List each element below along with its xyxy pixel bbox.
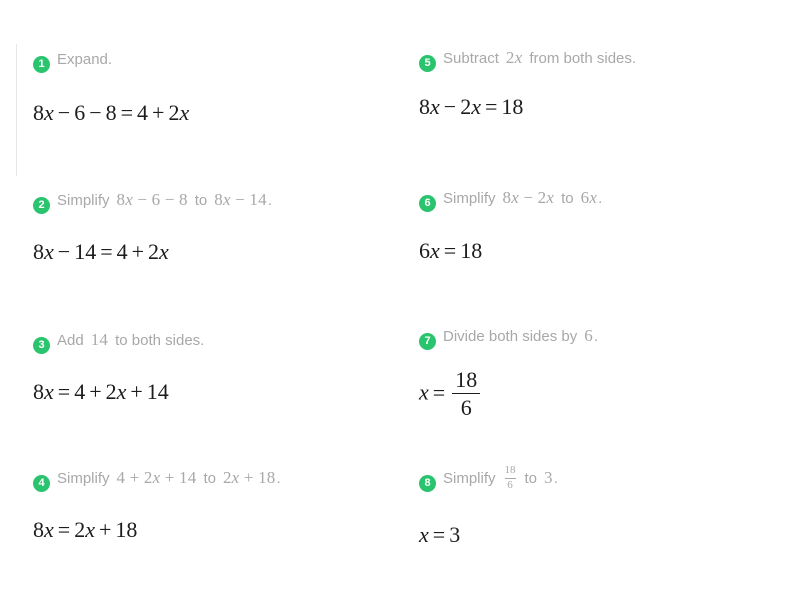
right-column: 5 Subtract 2x from both sides. 8x −2x = 18 6 … (400, 0, 800, 607)
step-7-divisor: 6 (584, 326, 593, 345)
step-3-badge: 3 (33, 337, 50, 354)
step-6-from-expression: 8x − 2x (502, 188, 555, 207)
step-7-fraction-bar (452, 393, 481, 395)
step-2-from-expression: 8x − 6 − 8 (116, 190, 188, 209)
step-4-from-expression: 4 + 2x + 14 (116, 468, 197, 487)
step-6-description: Simplify 8x − 2x to 6x. (443, 188, 602, 209)
step-4-badge: 4 (33, 475, 50, 492)
step-7-badge: 7 (419, 333, 436, 350)
step-4-verb: Simplify (57, 470, 110, 487)
step-7-variable: x (419, 379, 429, 405)
step-5-rest: from both sides. (529, 50, 637, 67)
step-7-fraction: 18 6 (452, 367, 481, 421)
step-3-equation: 8x = 4 +2x +14 (33, 379, 169, 404)
step-2[interactable]: 2 Simplify 8x − 6 − 8 to 8x − 14. 8x −14 = 4 +2… (0, 190, 433, 266)
step-4-header: 4 Simplify 4 + 2x + 14 to 2x + 18. (33, 468, 433, 492)
step-1-header: 1 Expand. (33, 50, 433, 73)
step-8-to-value: 3 (544, 468, 553, 488)
step-5-description: Subtract 2x from both sides. (443, 48, 636, 69)
step-7-denominator: 6 (460, 395, 472, 421)
step-1[interactable]: 1 Expand. 8x −6−8 = 4 +2x (0, 50, 433, 127)
step-3-header: 3 Add 14 to both sides. (33, 330, 433, 354)
step-6-to-word: to (561, 190, 574, 207)
step-5-term: 2x (505, 48, 523, 67)
step-6-equation: 6x = 18 (419, 238, 483, 263)
step-8-denominator: 6 (507, 478, 513, 491)
step-3-rest: to both sides. (115, 332, 205, 349)
step-6-to-expression: 6x (580, 188, 598, 207)
step-5-header: 5 Subtract 2x from both sides. (419, 48, 800, 72)
step-6-header: 6 Simplify 8x − 2x to 6x. (419, 188, 800, 212)
step-6-period: . (598, 190, 603, 207)
step-2-to-word: to (194, 192, 208, 209)
step-3[interactable]: 3 Add 14 to both sides. 8x = 4 +2x +14 (0, 330, 433, 406)
step-1-equation: 8x −6−8 = 4 +2x (33, 100, 190, 125)
left-column: 1 Expand. 8x −6−8 = 4 +2x 2 Simplify 8x − 6 −… (0, 0, 400, 607)
step-8-to-word: to (524, 470, 538, 488)
step-3-verb: Add (57, 332, 84, 349)
step-7[interactable]: 7 Divide both sides by 6. x = 18 6 (400, 326, 800, 420)
step-2-description: Simplify 8x − 6 − 8 to 8x − 14. (57, 190, 272, 211)
step-7-numerator: 18 (455, 367, 478, 392)
step-7-equals: = (432, 379, 446, 405)
step-4-description: Simplify 4 + 2x + 14 to 2x + 18. (57, 468, 281, 489)
step-7-equation: x = 18 6 (419, 367, 800, 421)
step-4-period: . (276, 470, 281, 487)
step-2-equation: 8x −14 = 4 +2x (33, 239, 169, 264)
step-4-equation: 8x = 2x +18 (33, 517, 138, 542)
step-8-description: Simplify 18 6 to 3. (443, 464, 558, 492)
step-2-to-expression: 8x − 14 (214, 190, 267, 209)
step-8-numerator: 18 (504, 464, 516, 476)
step-8-equation: x = 3 (419, 522, 461, 548)
solution-board: 1 Expand. 8x −6−8 = 4 +2x 2 Simplify 8x − 6 −… (0, 0, 800, 607)
step-8-verb: Simplify (443, 470, 496, 488)
step-3-description: Add 14 to both sides. (57, 330, 204, 351)
step-1-description: Expand. (57, 50, 112, 70)
step-8-badge: 8 (419, 475, 436, 493)
step-8[interactable]: 8 Simplify 18 6 to 3. x = 3 (400, 464, 800, 549)
step-7-description: Divide both sides by 6. (443, 326, 598, 347)
step-4-to-expression: 2x + 18 (222, 468, 276, 487)
step-5-verb: Subtract (443, 50, 499, 67)
step-1-description-text: Expand. (57, 51, 113, 68)
step-2-verb: Simplify (57, 192, 110, 209)
step-4-to-word: to (203, 470, 216, 487)
step-7-verb: Divide both sides by (443, 328, 578, 345)
step-6-verb: Simplify (443, 190, 496, 207)
step-2-badge: 2 (33, 197, 50, 214)
step-6[interactable]: 6 Simplify 8x − 2x to 6x. 6x = 18 (400, 188, 800, 265)
step-5-badge: 5 (419, 55, 436, 72)
step-6-badge: 6 (419, 195, 436, 212)
step-8-header: 8 Simplify 18 6 to 3. (419, 464, 800, 493)
step-2-period: . (267, 192, 272, 209)
steps-columns: 1 Expand. 8x −6−8 = 4 +2x 2 Simplify 8x − 6 −… (0, 0, 800, 607)
step-5[interactable]: 5 Subtract 2x from both sides. 8x −2x = 18 (400, 48, 800, 121)
step-1-badge: 1 (33, 56, 50, 73)
step-2-header: 2 Simplify 8x − 6 − 8 to 8x − 14. (33, 190, 433, 214)
step-8-period: . (553, 470, 558, 488)
step-5-equation: 8x −2x = 18 (419, 94, 524, 119)
step-7-header: 7 Divide both sides by 6. (419, 326, 800, 350)
step-7-period: . (593, 328, 599, 345)
step-8-inline-fraction: 18 6 (504, 464, 516, 491)
step-4[interactable]: 4 Simplify 4 + 2x + 14 to 2x + 18. 8x = 2x +18 (0, 468, 433, 544)
step-3-number: 14 (90, 330, 109, 349)
